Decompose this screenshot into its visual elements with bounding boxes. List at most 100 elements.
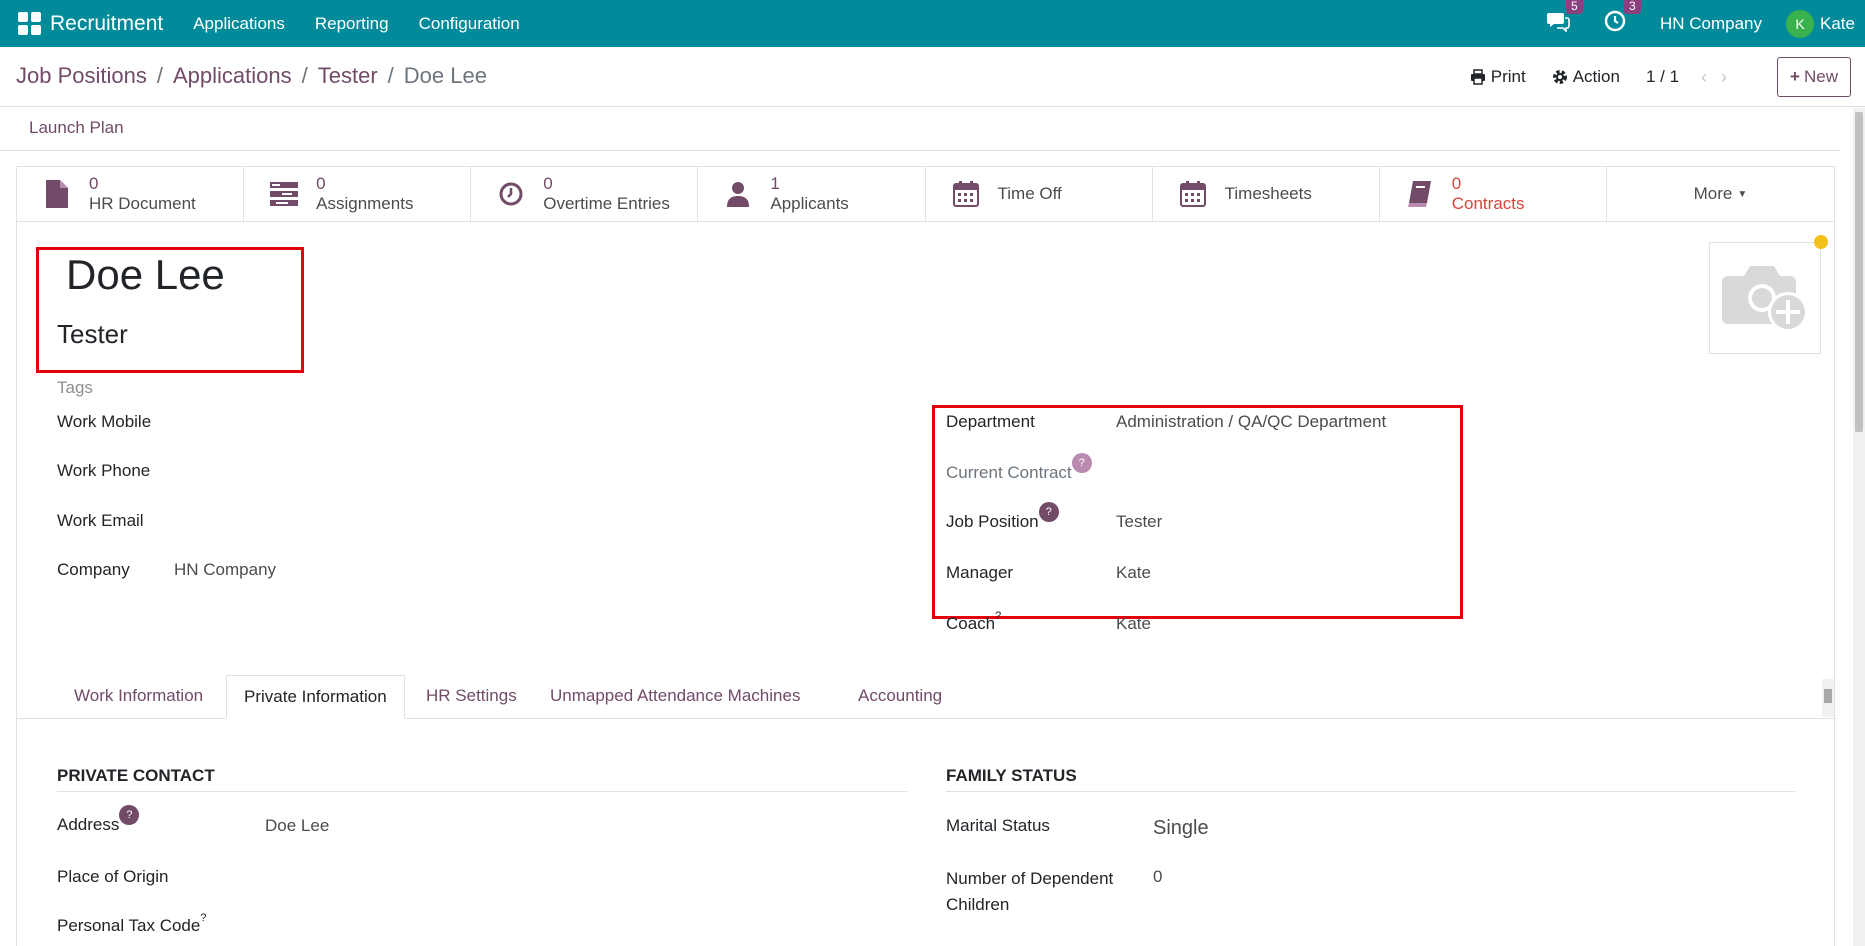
print-label: Print xyxy=(1490,67,1526,86)
breadcrumb-current: Doe Lee xyxy=(403,63,487,88)
app-name[interactable]: Recruitment xyxy=(50,12,163,36)
overtime-entries-label: Overtime Entries xyxy=(543,194,670,213)
coach-label: Coach? xyxy=(946,610,1001,634)
activities-count-badge: 3 xyxy=(1623,0,1641,14)
employee-form-sheet: 0 HR Document 0 Assignments 0 Overtime Entr… xyxy=(16,166,1836,946)
activities-button[interactable]: 3 xyxy=(1604,0,1641,38)
help-tooltip-marker[interactable]: ? xyxy=(995,610,1001,622)
calendar-icon xyxy=(952,180,980,208)
chevron-left-icon[interactable]: ‹ xyxy=(1701,67,1721,87)
menu-applications[interactable]: Applications xyxy=(193,14,285,34)
employee-photo[interactable] xyxy=(1709,235,1828,354)
print-icon xyxy=(1470,69,1485,85)
tab-private-information[interactable]: Private Information xyxy=(226,675,405,719)
section-divider xyxy=(57,791,907,792)
plus-icon: + xyxy=(1790,67,1800,86)
assignments-label: Assignments xyxy=(316,194,414,213)
manager-label: Manager xyxy=(946,563,1014,582)
status-bar: Launch Plan xyxy=(0,108,1840,151)
section-divider xyxy=(946,791,1795,792)
assignments-button[interactable]: 0 Assignments xyxy=(244,167,472,221)
control-panel: Job Positions / Applications / Tester / … xyxy=(0,47,1865,107)
dependent-children-label-line-2: Children xyxy=(946,895,1010,914)
applicants-count: 1 xyxy=(770,174,780,193)
address-label: Address? xyxy=(57,805,140,835)
menu-configuration[interactable]: Configuration xyxy=(419,14,520,34)
pager-arrows[interactable]: ‹› xyxy=(1701,67,1741,88)
breadcrumb-tester[interactable]: Tester xyxy=(318,63,378,89)
print-button[interactable]: Print xyxy=(1470,67,1526,87)
user-menu[interactable]: Kate xyxy=(1820,14,1855,34)
work-mobile-label: Work Mobile xyxy=(57,412,152,431)
contracts-count: 0 xyxy=(1451,174,1462,193)
breadcrumb-separator: / xyxy=(156,63,163,88)
new-button[interactable]: + New xyxy=(1777,57,1851,97)
address-field[interactable]: Doe Lee xyxy=(265,816,329,836)
tab-unmapped-attendance-machines[interactable]: Unmapped Attendance Machines xyxy=(533,675,817,719)
current-contract-label-text: Current Contract xyxy=(946,463,1072,482)
apps-menu-icon[interactable] xyxy=(14,9,44,39)
job-position-field[interactable]: Tester xyxy=(1116,512,1162,532)
manager-field[interactable]: Kate xyxy=(1116,563,1151,583)
page-scrollbar[interactable] xyxy=(1853,108,1865,946)
hr-document-label: HR Document xyxy=(89,194,196,213)
job-position-label: Job Position? xyxy=(946,502,1059,532)
overtime-entries-count: 0 xyxy=(543,174,553,193)
job-position-label-text: Job Position xyxy=(946,512,1039,531)
launch-plan-button[interactable]: Launch Plan xyxy=(29,118,124,138)
more-dropdown[interactable]: More ▼ xyxy=(1607,167,1834,221)
department-label: Department xyxy=(946,412,1035,431)
job-title-field[interactable]: Tester xyxy=(57,319,128,350)
coach-field[interactable]: Kate xyxy=(1116,614,1151,634)
form-tabs: Work Information Private Information HR … xyxy=(17,675,1836,719)
tabs-scrollbar[interactable] xyxy=(1822,679,1834,717)
user-avatar[interactable]: K xyxy=(1786,9,1815,38)
hr-document-count: 0 xyxy=(89,174,99,193)
messages-count-badge: 5 xyxy=(1565,0,1583,14)
breadcrumb: Job Positions / Applications / Tester / … xyxy=(16,63,487,89)
place-of-origin-label: Place of Origin xyxy=(57,867,169,886)
clock-icon xyxy=(1604,10,1626,31)
help-icon[interactable]: ? xyxy=(1038,502,1059,522)
scrollbar-thumb[interactable] xyxy=(1855,112,1863,432)
clock-icon xyxy=(497,180,525,208)
more-label: More xyxy=(1693,184,1733,203)
tab-hr-settings[interactable]: HR Settings xyxy=(409,675,534,719)
messages-button[interactable]: 5 xyxy=(1546,0,1583,38)
dependent-children-field[interactable]: 0 xyxy=(1153,867,1162,887)
address-label-text: Address xyxy=(57,815,120,834)
menu-reporting[interactable]: Reporting xyxy=(315,14,389,34)
applicants-button[interactable]: 1 Applicants xyxy=(698,167,926,221)
action-button[interactable]: Action xyxy=(1552,67,1620,87)
smart-buttons-row: 0 HR Document 0 Assignments 0 Overtime Entr… xyxy=(17,167,1834,222)
new-label: New xyxy=(1803,67,1838,86)
pager-value[interactable]: 1 / 1 xyxy=(1646,67,1679,87)
help-icon[interactable]: ? xyxy=(119,805,140,825)
coach-label-text: Coach xyxy=(946,614,996,633)
timesheets-button[interactable]: Timesheets xyxy=(1153,167,1380,221)
department-field[interactable]: Administration / QA/QC Department xyxy=(1116,412,1386,432)
time-off-button[interactable]: Time Off xyxy=(926,167,1153,221)
help-icon[interactable]: ? xyxy=(1071,453,1092,473)
tab-accounting[interactable]: Accounting xyxy=(841,675,959,719)
employee-name-field[interactable]: Doe Lee xyxy=(66,251,225,299)
hr-document-button[interactable]: 0 HR Document xyxy=(17,167,245,221)
breadcrumb-applications[interactable]: Applications xyxy=(173,63,292,89)
company-switcher[interactable]: HN Company xyxy=(1660,14,1762,34)
tags-field[interactable]: Tags xyxy=(57,378,93,398)
timesheets-label: Timesheets xyxy=(1224,184,1312,203)
dependent-children-label: Number of Dependent Children xyxy=(946,866,1113,918)
personal-tax-code-label: Personal Tax Code? xyxy=(57,912,206,936)
tasks-icon xyxy=(270,180,299,208)
contracts-button[interactable]: 0 Contracts xyxy=(1380,167,1607,221)
marital-status-field[interactable]: Single xyxy=(1153,817,1209,840)
tab-work-information[interactable]: Work Information xyxy=(57,675,220,719)
private-contact-title: PRIVATE CONTACT xyxy=(57,766,215,785)
chevron-right-icon[interactable]: › xyxy=(1721,67,1741,87)
company-field[interactable]: HN Company xyxy=(174,560,276,580)
breadcrumb-job-positions[interactable]: Job Positions xyxy=(16,63,147,89)
help-tooltip-marker[interactable]: ? xyxy=(200,912,206,924)
applicants-label: Applicants xyxy=(770,194,849,213)
tabs-scrollbar-thumb[interactable] xyxy=(1824,689,1832,703)
overtime-entries-button[interactable]: 0 Overtime Entries xyxy=(471,167,699,221)
